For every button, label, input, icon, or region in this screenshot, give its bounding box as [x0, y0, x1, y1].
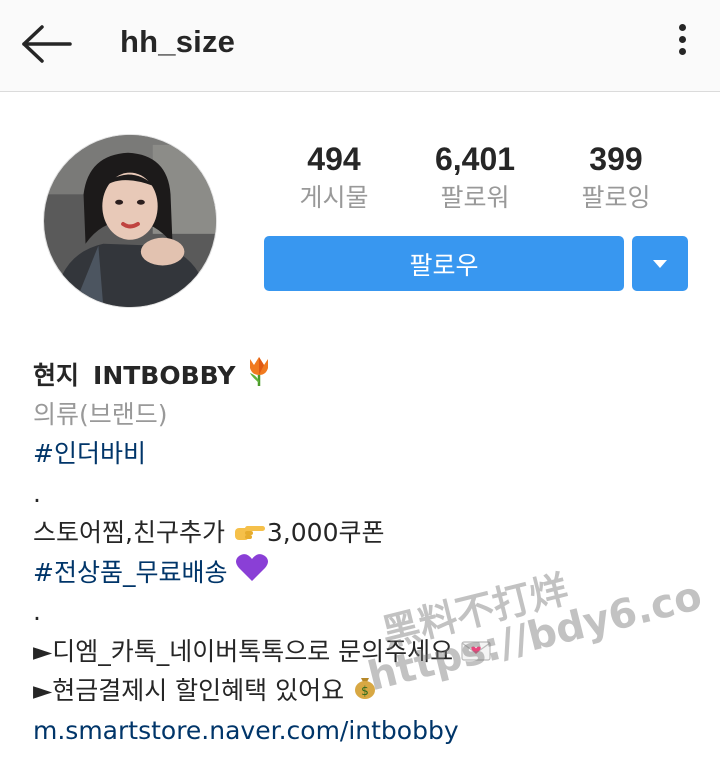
bio-name-line: 현지 INTBOBBY: [33, 355, 693, 395]
posts-count: 494: [307, 141, 361, 177]
following-label: 팔로잉: [581, 183, 651, 212]
following-count: 399: [589, 141, 643, 177]
posts-label: 게시물: [299, 183, 369, 212]
hashtag-link[interactable]: #전상품_무료배송: [33, 558, 227, 587]
suggested-accounts-dropdown-button[interactable]: [632, 236, 688, 291]
love-letter-icon: [461, 633, 491, 673]
follow-button[interactable]: 팔로우: [264, 236, 624, 291]
profile-avatar[interactable]: [43, 134, 217, 308]
profile-bio: 현지 INTBOBBY 의류(브랜드) #인더바비 . 스토어찜,친구추가 3,0…: [33, 355, 693, 750]
caret-down-icon: [653, 259, 667, 268]
money-bag-icon: $: [352, 672, 378, 712]
more-vertical-icon: [678, 24, 686, 31]
bio-bullet-discount: ►현금결제시 할인혜택 있어요: [33, 676, 345, 705]
followers-label: 팔로워: [440, 183, 510, 212]
bio-dot: .: [33, 478, 41, 508]
more-options-button[interactable]: [668, 24, 696, 64]
top-bar: hh_size: [0, 0, 720, 92]
bio-category: 의류(브랜드): [33, 399, 168, 429]
stat-posts[interactable]: 494 게시물: [259, 140, 409, 218]
profile-username: hh_size: [120, 24, 236, 59]
bio-coupon-amount: 3,000쿠폰: [266, 518, 385, 547]
stat-following[interactable]: 399 팔로잉: [541, 140, 691, 218]
followers-count: 6,401: [434, 141, 516, 177]
bio-brand: INTBOBBY: [93, 360, 236, 390]
svg-text:$: $: [361, 684, 369, 698]
hashtag-link[interactable]: #인더바비: [33, 439, 146, 468]
stat-followers[interactable]: 6,401 팔로워: [400, 140, 550, 218]
bio-bullet-contact: ►디엠_카톡_네이버톡톡으로 문의주세요: [33, 636, 454, 666]
arrow-left-icon: [22, 25, 72, 63]
pointing-hand-icon: [233, 514, 267, 554]
tulip-icon: [244, 355, 274, 399]
purple-heart-icon: [235, 553, 269, 595]
bio-coupon-line: 스토어찜,친구추가 3,000쿠폰: [33, 513, 693, 553]
bio-coupon-text: 스토어찜,친구추가: [33, 518, 225, 547]
bio-dot: .: [33, 597, 41, 626]
bio-name: 현지: [33, 360, 80, 390]
bio-website-link[interactable]: m.smartstore.naver.com/intbobby: [33, 716, 459, 745]
back-button[interactable]: [18, 22, 76, 66]
